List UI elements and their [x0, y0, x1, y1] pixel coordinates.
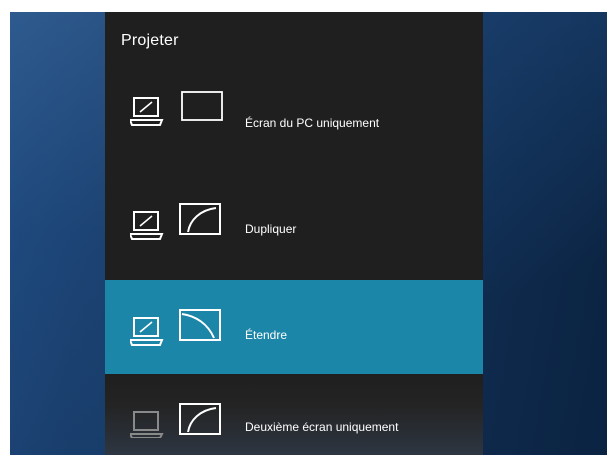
- option-label: Étendre: [245, 328, 288, 342]
- pc-screen-only-icon: [128, 90, 240, 130]
- duplicate-icon: [128, 200, 240, 240]
- option-extend[interactable]: Étendre: [105, 280, 483, 374]
- panel-title: Projeter: [121, 32, 179, 49]
- desktop-light-reflection: [483, 12, 607, 455]
- option-second-screen-only[interactable]: Deuxième écran uniquement: [105, 374, 483, 455]
- option-second-screen-only-wrapper: Deuxième écran uniquement: [105, 374, 483, 455]
- extend-icon: [128, 306, 240, 346]
- desktop-background: Projeter Écran du PC uniquement Duplique…: [10, 12, 607, 455]
- option-duplicate[interactable]: Dupliquer: [105, 188, 483, 284]
- option-label: Dupliquer: [245, 222, 297, 236]
- option-label: Deuxième écran uniquement: [245, 420, 399, 434]
- second-screen-only-icon: [128, 398, 240, 439]
- option-pc-screen-only[interactable]: Écran du PC uniquement: [105, 68, 483, 188]
- option-label: Écran du PC uniquement: [245, 116, 380, 130]
